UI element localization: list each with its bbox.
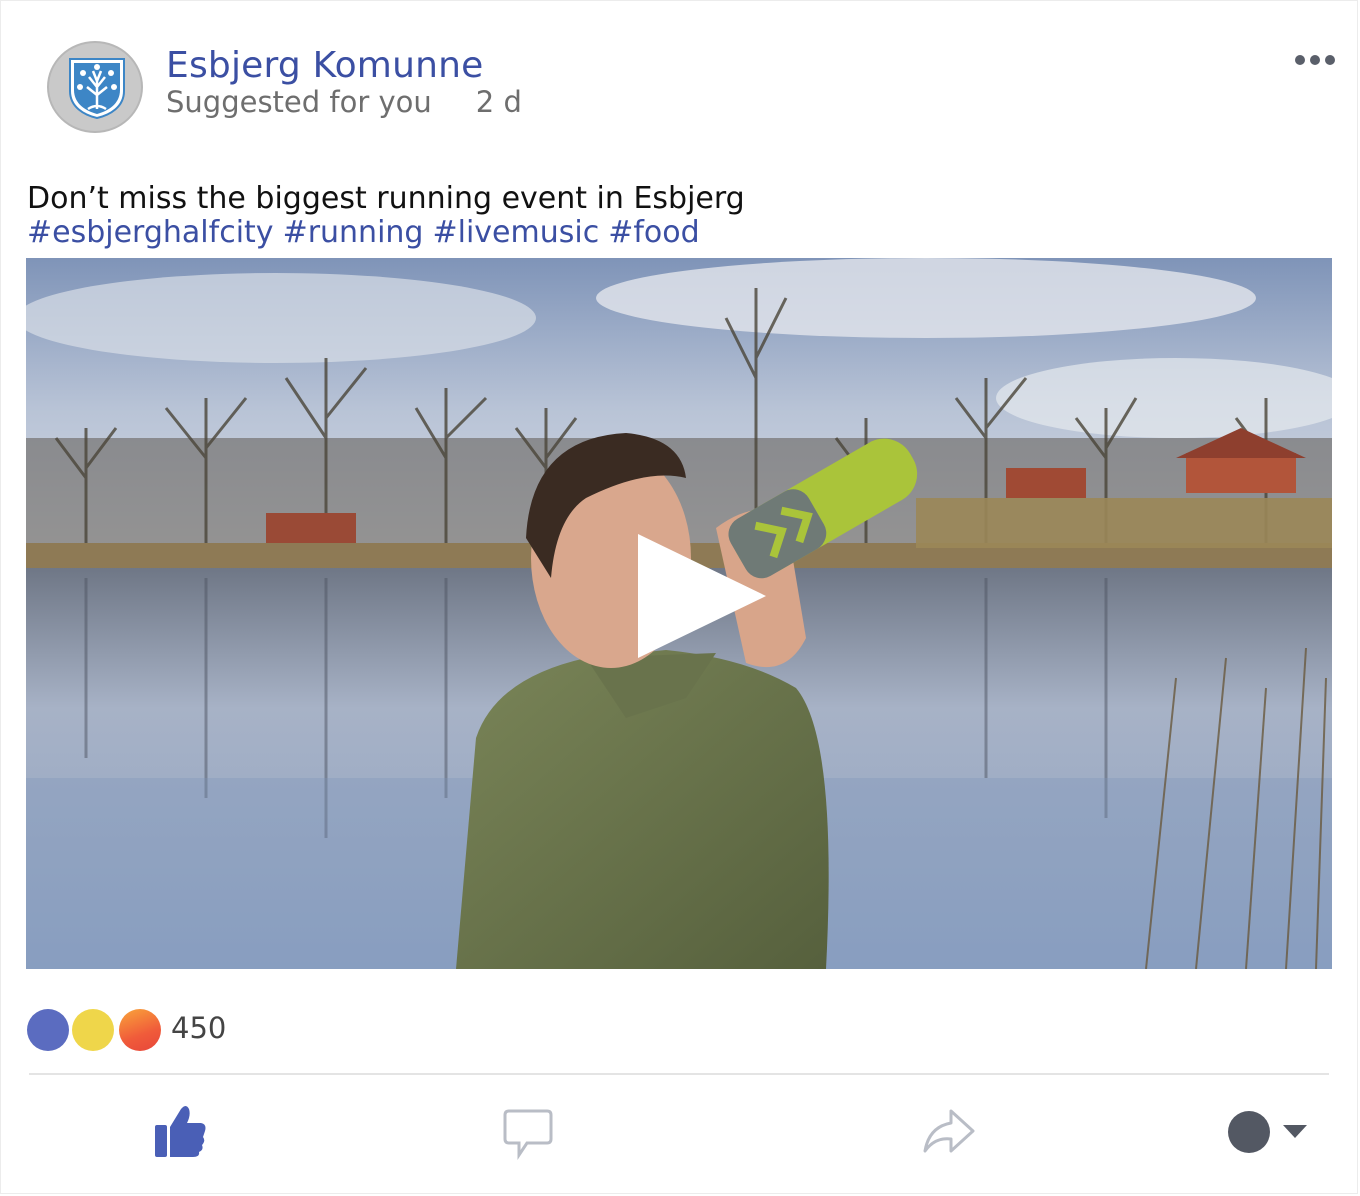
wow-reaction-icon [119,1009,161,1051]
hashtag-link[interactable]: #esbjerghalfcity [27,215,274,250]
video-player[interactable] [26,258,1332,969]
post-meta: Suggested for you 2 d [166,85,522,119]
coat-of-arms-logo [69,58,125,119]
divider [29,1073,1329,1075]
chevron-down-icon [1283,1125,1307,1138]
audience-selector[interactable] [1225,1101,1315,1161]
like-reaction-icon [27,1009,69,1051]
comment-button[interactable] [501,1101,557,1161]
haha-reaction-icon [72,1009,114,1051]
thumbs-up-icon [155,1106,206,1157]
hashtag-link[interactable]: #running [283,215,424,250]
post-text: Don’t miss the biggest running event in … [27,181,745,216]
play-icon[interactable] [634,532,768,660]
post-time[interactable]: 2 d [476,85,522,119]
hashtag-link[interactable]: #livemusic [432,215,599,250]
like-button[interactable] [153,1101,209,1161]
reaction-count[interactable]: 450 [171,1011,226,1045]
page-avatar[interactable] [47,41,143,133]
comment-bubble-icon [503,1109,553,1160]
share-arrow-icon [923,1109,975,1153]
audience-avatar-icon [1228,1111,1270,1153]
hashtag-link[interactable]: #food [608,215,699,250]
post-card: Esbjerg Komunne Suggested for you 2 d Don… [0,0,1358,1194]
more-options-icon[interactable] [1295,55,1335,67]
share-button[interactable] [921,1101,977,1161]
page-name[interactable]: Esbjerg Komunne [166,45,483,86]
suggested-label: Suggested for you [166,85,432,119]
hashtags: #esbjerghalfcity #running #livemusic #food [27,215,709,250]
